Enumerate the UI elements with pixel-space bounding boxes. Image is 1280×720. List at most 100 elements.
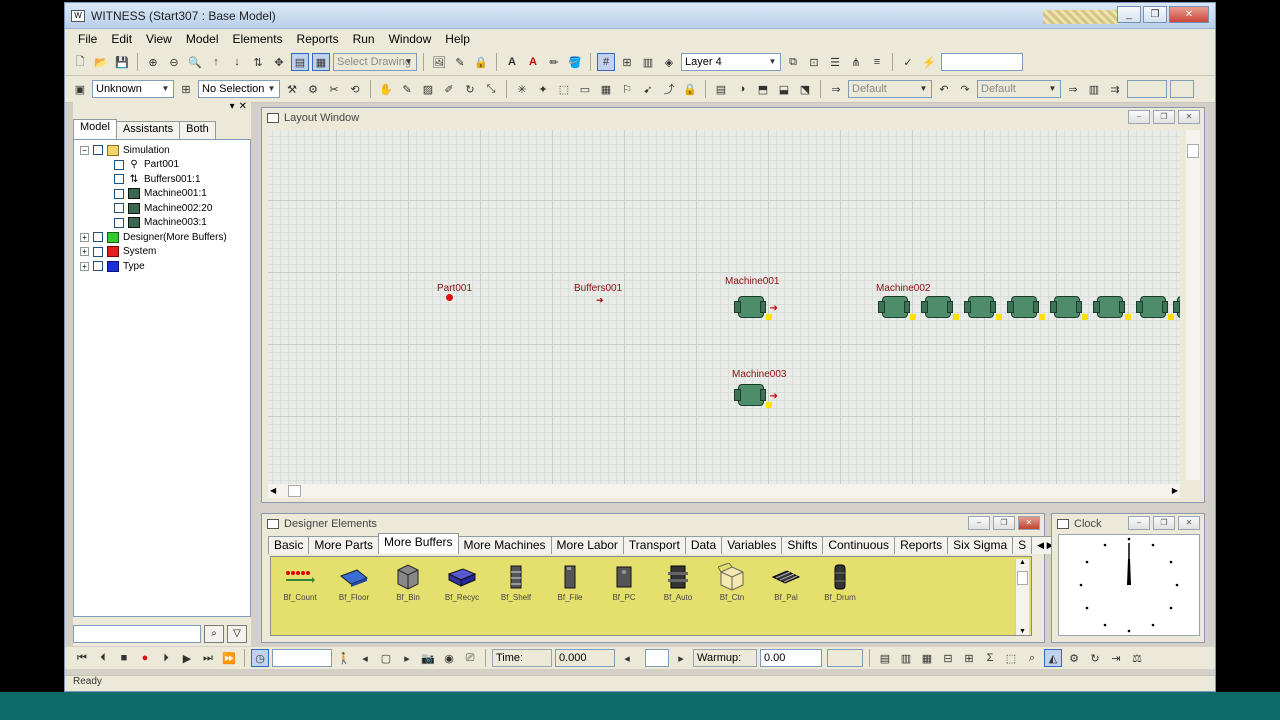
designer-item-bf-drum[interactable]: Bf_Drum <box>813 563 867 602</box>
layout-vertical-scrollbar[interactable] <box>1186 130 1200 480</box>
designer-item-bf-shelf[interactable]: Bf_Shelf <box>489 563 543 602</box>
tree-checkbox[interactable] <box>93 246 103 257</box>
designer-close-button[interactable]: ✕ <box>1018 516 1040 530</box>
menu-model[interactable]: Model <box>179 32 226 46</box>
machine001-icon[interactable]: ➔ <box>734 294 778 320</box>
image-icon[interactable]: 🖼 <box>430 53 448 71</box>
minimize-button[interactable]: _ <box>1117 6 1141 23</box>
menu-help[interactable]: Help <box>438 32 477 46</box>
tree-item-machine003[interactable]: Machine003:1 <box>74 216 250 231</box>
machine003-icon[interactable]: ➔ <box>734 382 778 408</box>
step-icon[interactable]: ▶ <box>178 649 196 667</box>
tab-model[interactable]: Model <box>73 119 117 139</box>
hand-icon[interactable]: ✋ <box>377 80 395 98</box>
tree-checkbox[interactable] <box>114 188 124 199</box>
rotate-icon[interactable]: ↻ <box>461 80 479 98</box>
draw-mode-icon[interactable]: ▤ <box>291 53 309 71</box>
tab-basic[interactable]: Basic <box>268 536 310 554</box>
speed-slider[interactable]: ▢ <box>377 649 395 667</box>
tab-shifts[interactable]: Shifts <box>781 536 824 554</box>
fx-h-icon[interactable]: ⤴ <box>660 80 678 98</box>
tool-d-icon[interactable]: ⟲ <box>346 80 364 98</box>
tree-item-buffers001[interactable]: ⇅ Buffers001:1 <box>74 172 250 187</box>
brush-icon[interactable]: ✐ <box>440 80 458 98</box>
refresh-icon[interactable]: ↻ <box>1086 649 1104 667</box>
fx-g-icon[interactable]: ➹ <box>639 80 657 98</box>
fast-forward-icon[interactable]: ⏩ <box>220 649 238 667</box>
designer-maximize-button[interactable]: ❐ <box>993 516 1015 530</box>
save-icon[interactable]: 💾 <box>113 53 131 71</box>
buffers001-icon[interactable]: ➔ <box>596 295 604 306</box>
layer-combo[interactable]: Layer 4 ▼ <box>681 53 781 71</box>
machine002-icon[interactable] <box>878 294 916 320</box>
fx-a-icon[interactable]: ✳ <box>513 80 531 98</box>
clock-toggle-icon[interactable]: ◷ <box>251 649 269 667</box>
clock-maximize-button[interactable]: ❐ <box>1153 516 1175 530</box>
tree-item-designer[interactable]: + Designer(More Buffers) <box>74 230 250 245</box>
snap-icon[interactable]: ⊞ <box>618 53 636 71</box>
expand-icon[interactable]: + <box>80 232 89 242</box>
expand-icon[interactable]: + <box>80 247 89 257</box>
tree-checkbox[interactable] <box>114 203 124 214</box>
clock-minimize-button[interactable]: – <box>1128 516 1150 530</box>
panel-pin-icon[interactable]: ▾ <box>230 101 235 115</box>
table-icon[interactable]: ▥ <box>639 53 657 71</box>
designer-minimize-button[interactable]: – <box>968 516 990 530</box>
layout-minimize-button[interactable]: – <box>1128 110 1150 124</box>
menu-elements[interactable]: Elements <box>226 32 290 46</box>
machine002-icon[interactable] <box>1136 294 1174 320</box>
move-down-icon[interactable]: ↓ <box>228 53 246 71</box>
flip-icon[interactable]: ⇅ <box>249 53 267 71</box>
panel-close-icon[interactable]: ✕ <box>239 101 247 115</box>
walk-icon[interactable]: 🚶 <box>335 649 353 667</box>
lightning-icon[interactable]: ⚡ <box>920 53 938 71</box>
lock2-icon[interactable]: 🔒 <box>681 80 699 98</box>
report-icon-6[interactable]: ⬚ <box>1002 649 1020 667</box>
tree-item-machine002[interactable]: Machine002:20 <box>74 201 250 216</box>
align-right-icon[interactable]: ⇉ <box>1106 80 1124 98</box>
zoom-in-icon[interactable]: ⊕ <box>144 53 162 71</box>
tool-c-icon[interactable]: ✂ <box>325 80 343 98</box>
machine002-icon[interactable] <box>1007 294 1045 320</box>
selection-icon[interactable]: ⊞ <box>177 80 195 98</box>
report-b-icon[interactable]: ◑ <box>733 80 751 98</box>
part001-icon[interactable] <box>446 294 453 301</box>
tree-checkbox[interactable] <box>93 232 103 243</box>
tree-checkbox[interactable] <box>93 261 103 272</box>
layout-maximize-button[interactable]: ❐ <box>1153 110 1175 124</box>
tab-more-buffers[interactable]: More Buffers <box>378 533 459 554</box>
group-icon[interactable]: ⊡ <box>805 53 823 71</box>
copy-icon[interactable]: ⧉ <box>784 53 802 71</box>
clock-close-button[interactable]: ✕ <box>1178 516 1200 530</box>
camera-icon[interactable]: 📷 <box>419 649 437 667</box>
machine002-icon[interactable] <box>921 294 959 320</box>
element-type-icon[interactable]: ▣ <box>71 80 89 98</box>
designer-scrollbar[interactable]: ▲ ▼ <box>1015 559 1029 635</box>
designer-item-bf-count[interactable]: Bf_Count <box>273 563 327 602</box>
undo-icon[interactable]: ↶ <box>935 80 953 98</box>
warmup-value[interactable]: 0.00 <box>760 649 822 667</box>
fx-f-icon[interactable]: ⚐ <box>618 80 636 98</box>
report-c-icon[interactable]: ⬒ <box>754 80 772 98</box>
report-e-icon[interactable]: ⬔ <box>796 80 814 98</box>
toolbar2-text-field-2[interactable] <box>1170 80 1194 98</box>
fx-c-icon[interactable]: ⬚ <box>555 80 573 98</box>
animate-icon[interactable]: ◭ <box>1044 649 1062 667</box>
tree-checkbox[interactable] <box>114 174 124 185</box>
report-icon-2[interactable]: ▥ <box>897 649 915 667</box>
pan-icon[interactable]: ✥ <box>270 53 288 71</box>
toolbar-text-field[interactable] <box>941 53 1023 71</box>
distribute-icon[interactable]: ⋔ <box>847 53 865 71</box>
tab-transport[interactable]: Transport <box>622 536 686 554</box>
arrow-tool-2-icon[interactable]: ⇒ <box>1064 80 1082 98</box>
default-combo-2[interactable]: Default ▼ <box>977 80 1061 98</box>
layout-horizontal-scrollbar[interactable]: ◀ ▶ <box>268 484 1180 498</box>
tree-item-part001[interactable]: ⚲ Part001 <box>74 158 250 173</box>
gear-icon[interactable]: ⚙ <box>1065 649 1083 667</box>
select-drawing-combo[interactable]: Select Drawing ▼ <box>333 53 417 71</box>
tab-assistants[interactable]: Assistants <box>115 121 181 139</box>
collapse-icon[interactable]: − <box>80 145 89 155</box>
tab-reports[interactable]: Reports <box>894 536 949 554</box>
tree-checkbox[interactable] <box>114 159 124 170</box>
element-type-combo[interactable]: Unknown ▼ <box>92 80 174 98</box>
